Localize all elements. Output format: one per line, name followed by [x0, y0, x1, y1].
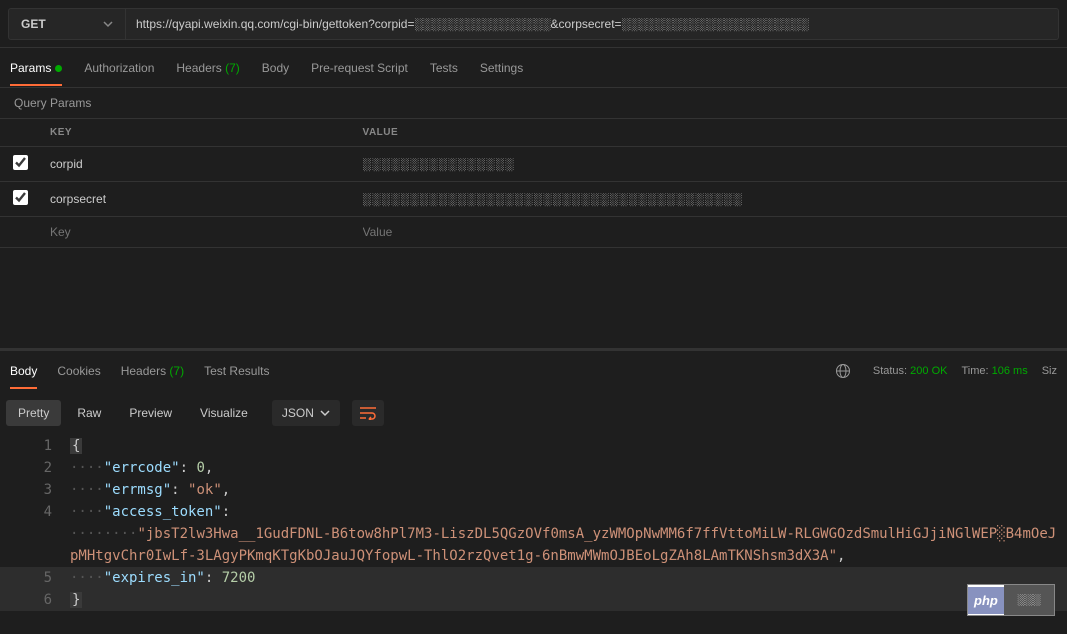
param-enable-checkbox[interactable]: [13, 190, 28, 205]
tab-params[interactable]: Params: [10, 51, 62, 85]
badge-right: ░░░: [1004, 585, 1054, 615]
response-panel: Body Cookies Headers (7) Test Results St…: [0, 348, 1067, 634]
view-mode-bar: Pretty Raw Preview Visualize JSON: [0, 391, 1067, 435]
request-tabs: Params Authorization Headers (7) Body Pr…: [0, 48, 1067, 88]
table-header-row: KEY VALUE: [0, 119, 1067, 147]
param-key[interactable]: corpid: [40, 147, 353, 182]
globe-icon[interactable]: [835, 363, 851, 379]
badge-left: php: [968, 587, 1004, 614]
view-preview[interactable]: Preview: [117, 400, 184, 426]
http-method-select[interactable]: GET: [8, 8, 126, 40]
param-value-input[interactable]: [363, 225, 1057, 239]
table-row-new: [0, 217, 1067, 248]
view-pretty[interactable]: Pretty: [6, 400, 61, 426]
view-visualize[interactable]: Visualize: [188, 400, 260, 426]
col-value: VALUE: [353, 119, 1067, 147]
resp-tab-test-results[interactable]: Test Results: [204, 354, 269, 388]
json-errmsg: ok: [196, 482, 213, 498]
format-select[interactable]: JSON: [272, 400, 340, 426]
resp-tab-headers[interactable]: Headers (7): [121, 354, 184, 388]
json-errcode: 0: [196, 460, 204, 476]
view-raw[interactable]: Raw: [65, 400, 113, 426]
chevron-down-icon: [320, 408, 330, 418]
response-tabs: Body Cookies Headers (7) Test Results St…: [0, 351, 1067, 391]
param-value[interactable]: ░░░░░░░░░░░░░░░░: [353, 147, 1067, 182]
tab-headers[interactable]: Headers (7): [176, 51, 239, 85]
param-key-input[interactable]: [50, 225, 343, 239]
param-enable-checkbox[interactable]: [13, 155, 28, 170]
tab-prerequest[interactable]: Pre-request Script: [311, 51, 408, 85]
tab-authorization[interactable]: Authorization: [84, 51, 154, 85]
status-code: 200 OK: [910, 365, 947, 377]
tab-tests[interactable]: Tests: [430, 51, 458, 85]
param-key[interactable]: corpsecret: [40, 182, 353, 217]
response-size-label: Siz: [1042, 365, 1057, 377]
table-row: corpid ░░░░░░░░░░░░░░░░: [0, 147, 1067, 182]
tab-body[interactable]: Body: [262, 51, 289, 85]
http-method-label: GET: [21, 17, 46, 31]
tab-settings[interactable]: Settings: [480, 51, 523, 85]
response-meta: Status: 200 OK Time: 106 ms Siz: [835, 363, 1057, 379]
url-bar: GET: [0, 0, 1067, 48]
param-value[interactable]: ░░░░░░░░░░░░░░░░░░░░░░░░░░░░░░░░░░░░░░░░: [353, 182, 1067, 217]
json-expires-in: 7200: [222, 570, 256, 586]
wrap-icon: [360, 406, 376, 420]
params-table: KEY VALUE corpid ░░░░░░░░░░░░░░░░ corpse…: [0, 119, 1067, 248]
response-time: 106 ms: [992, 365, 1028, 377]
response-body: 1{ 2····"errcode": 0, 3····"errmsg": "ok…: [0, 435, 1067, 634]
col-key: KEY: [40, 119, 353, 147]
resp-tab-body[interactable]: Body: [10, 354, 37, 388]
json-access-token: jbsT2lw3Hwa__1GudFDNL-B6tow8hPl7M3-LiszD…: [70, 526, 1056, 564]
php-badge: php ░░░: [967, 584, 1055, 616]
chevron-down-icon: [103, 19, 113, 29]
resp-tab-cookies[interactable]: Cookies: [57, 354, 100, 388]
url-input[interactable]: [126, 8, 1059, 40]
section-title: Query Params: [0, 88, 1067, 119]
params-modified-dot: [55, 65, 62, 72]
table-row: corpsecret ░░░░░░░░░░░░░░░░░░░░░░░░░░░░░…: [0, 182, 1067, 217]
wrap-line-button[interactable]: [352, 400, 384, 426]
